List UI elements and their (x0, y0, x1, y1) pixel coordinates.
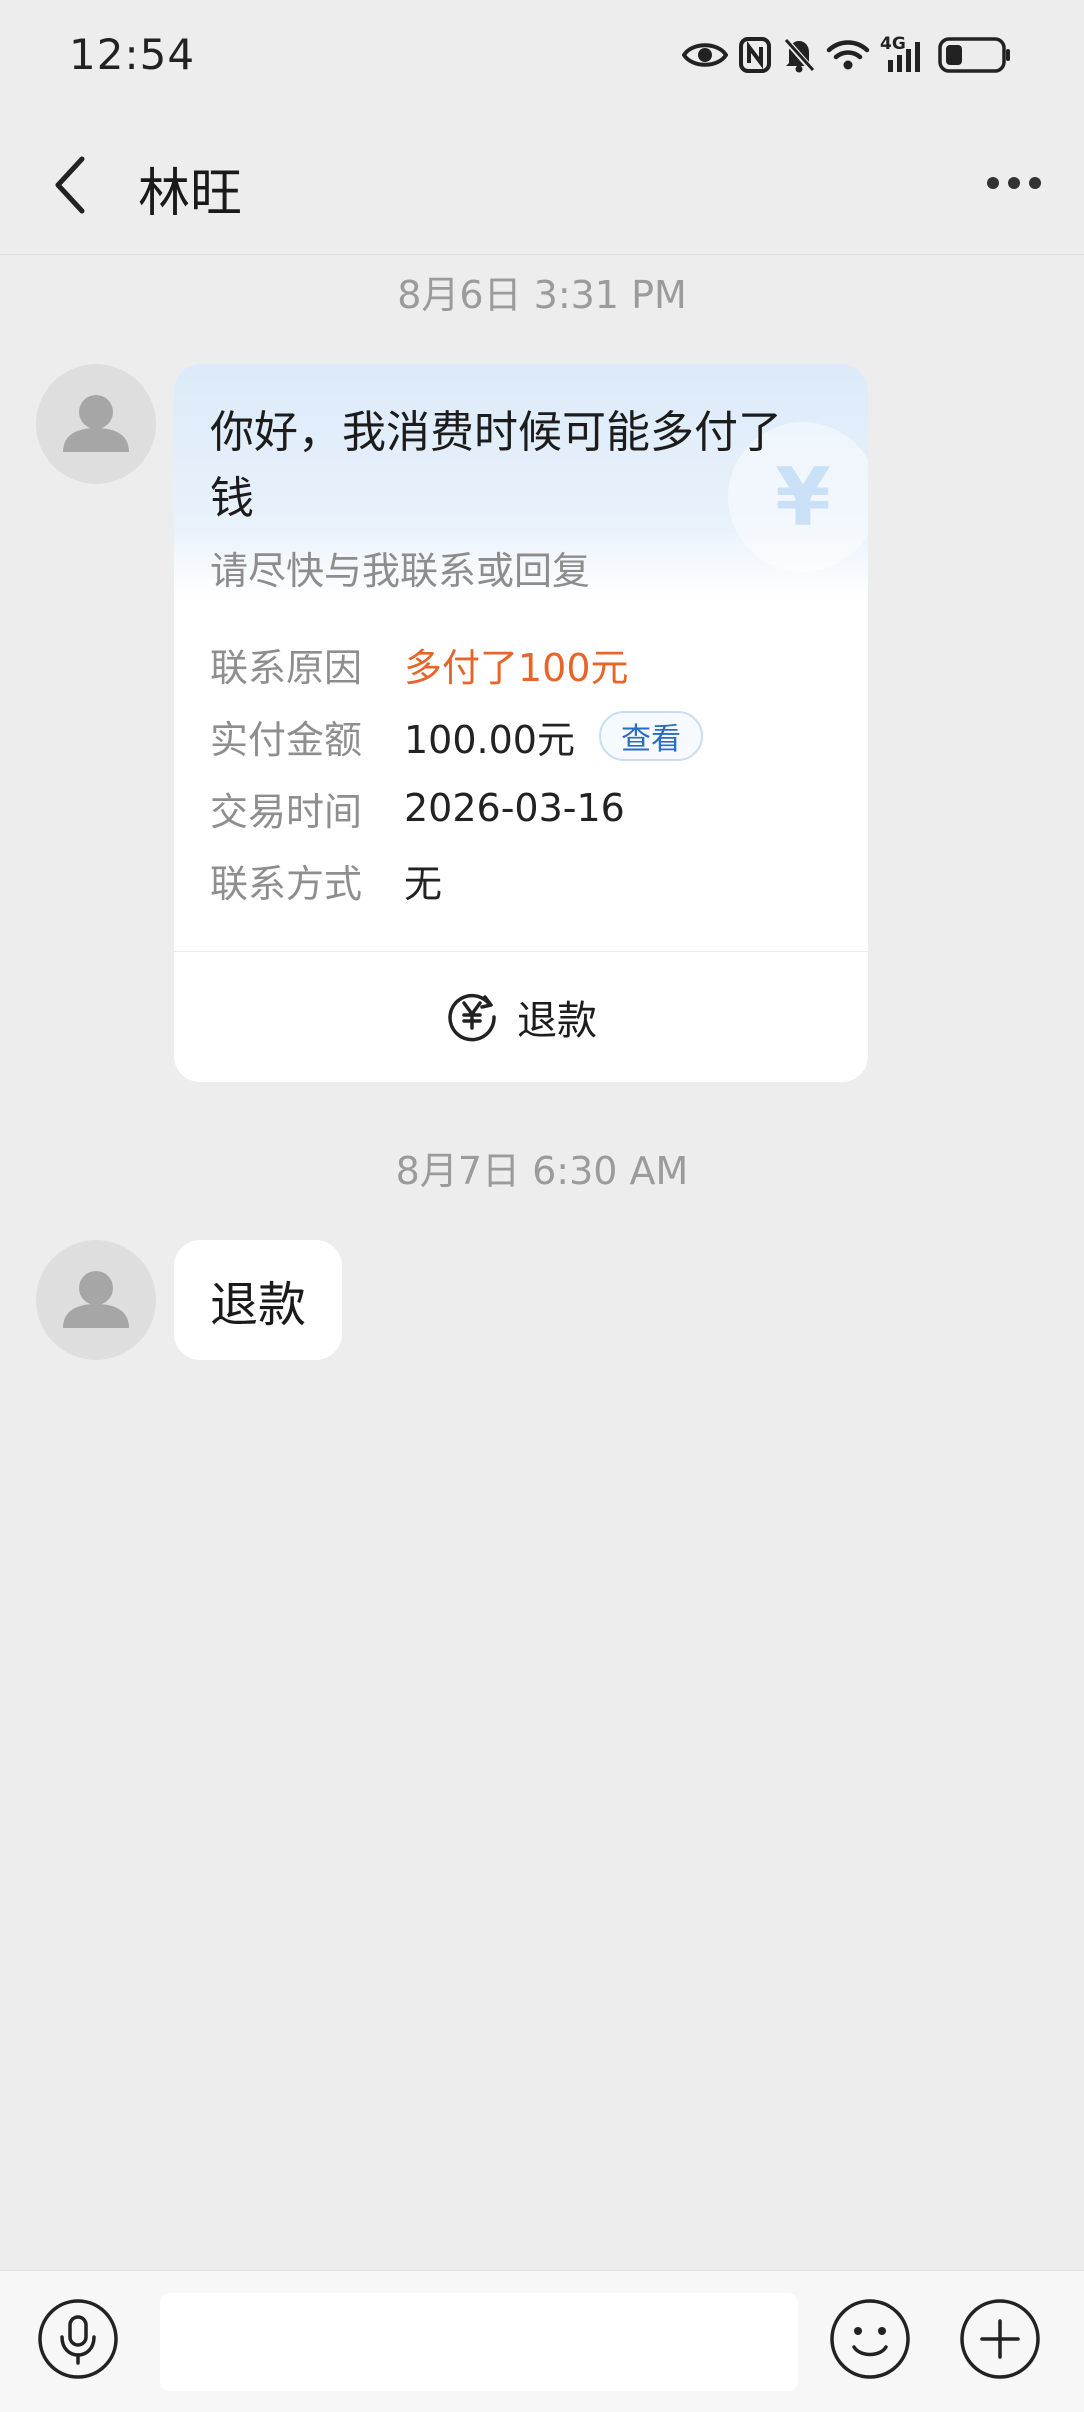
field-row-amount: 实付金额 100.00元 查看 (210, 708, 703, 764)
chevron-left-icon (50, 153, 90, 221)
chat-screen: 12:54 4G 林旺 8月6日 3:31 PM ¥ 你好，我消费时候可能多付了… (0, 0, 1084, 2412)
refund-button-label: 退款 (517, 998, 597, 1044)
microphone-icon (36, 2299, 120, 2385)
more-button[interactable] (974, 155, 1054, 215)
field-value: 无 (404, 861, 443, 906)
card-title: 你好，我消费时候可能多付了钱 (210, 407, 782, 524)
message-bubble[interactable]: 退款 (174, 1240, 343, 1360)
bell-muted-icon (782, 36, 816, 74)
smiley-icon (828, 2299, 912, 2385)
field-label: 联系原因 (210, 645, 363, 690)
more-dots-icon (985, 175, 1043, 195)
nfc-icon (738, 36, 772, 74)
yuan-refund-icon (445, 988, 499, 1046)
card-subtitle: 请尽快与我联系或回复 (210, 549, 591, 593)
field-row-reason: 联系原因 多付了100元 (210, 636, 629, 692)
status-time: 12:54 (69, 30, 196, 79)
battery-icon (938, 36, 1012, 74)
refund-request-card[interactable]: ¥ 你好，我消费时候可能多付了钱 请尽快与我联系或回复 联系原因 多付了100元… (174, 364, 868, 1082)
message-timestamp: 8月6日 3:31 PM (397, 273, 687, 317)
avatar[interactable] (36, 364, 156, 484)
field-label: 交易时间 (210, 789, 363, 834)
signal-4g-icon: 4G (880, 34, 928, 74)
more-functions-button[interactable] (958, 2297, 1042, 2381)
field-row-time: 交易时间 2026-03-16 (210, 780, 625, 836)
message-input[interactable] (160, 2293, 798, 2391)
field-value: 2026-03-16 (404, 786, 625, 830)
avatar[interactable] (36, 1240, 156, 1360)
field-label: 实付金额 (210, 717, 363, 762)
status-icons: 4G (682, 30, 1012, 80)
message-timestamp: 8月7日 6:30 AM (395, 1149, 689, 1193)
field-label: 联系方式 (210, 861, 363, 906)
emoji-button[interactable] (828, 2297, 912, 2381)
card-header: ¥ 你好，我消费时候可能多付了钱 请尽快与我联系或回复 (174, 364, 868, 598)
wifi-icon (826, 38, 870, 72)
plus-circle-icon (958, 2299, 1042, 2385)
field-value: 多付了100元 (404, 645, 629, 690)
eye-icon (682, 38, 728, 72)
view-button[interactable]: 查看 (598, 711, 703, 761)
status-bar: 12:54 4G (0, 0, 1084, 115)
back-button[interactable] (40, 147, 100, 227)
composer-bar (0, 2270, 1084, 2412)
chat-title: 林旺 (138, 164, 243, 224)
field-row-contact: 联系方式 无 (210, 852, 442, 908)
voice-button[interactable] (36, 2297, 120, 2381)
field-value: 100.00元 (404, 717, 575, 762)
chat-header: 林旺 (0, 115, 1084, 255)
refund-button[interactable]: 退款 (174, 952, 868, 1082)
